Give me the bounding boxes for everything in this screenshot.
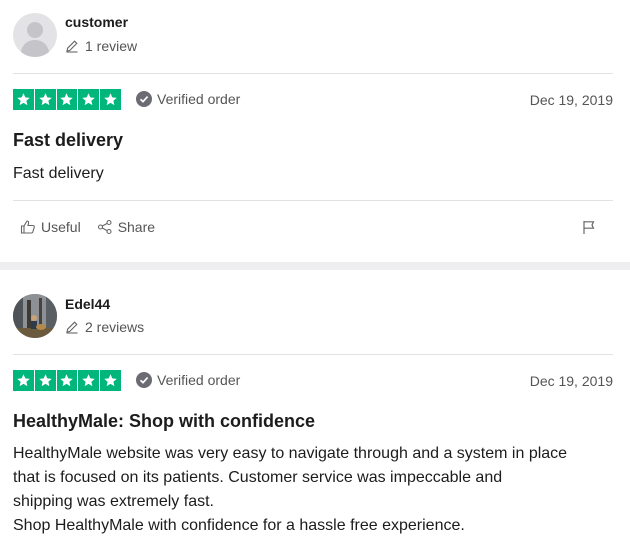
star-icon bbox=[34, 370, 56, 391]
star-rating bbox=[13, 89, 121, 110]
review-count-label: 1 review bbox=[85, 38, 138, 54]
pencil-icon bbox=[66, 321, 78, 334]
star-icon bbox=[100, 370, 121, 391]
share-icon bbox=[97, 219, 112, 235]
section-separator bbox=[0, 262, 630, 270]
avatar-photo-icon bbox=[13, 294, 57, 338]
check-circle-icon bbox=[136, 372, 152, 388]
flag-icon bbox=[583, 221, 595, 234]
reviewer-name[interactable]: Edel44 bbox=[65, 296, 110, 312]
review-body: HealthyMale website was very easy to nav… bbox=[13, 442, 617, 538]
review-body-line: that is focused on its patients. Custome… bbox=[13, 469, 503, 486]
review-body-line: HealthyMale website was very easy to nav… bbox=[13, 445, 568, 462]
pencil-icon bbox=[66, 40, 78, 53]
verified-badge[interactable]: Verified order bbox=[136, 372, 240, 388]
share-label: Share bbox=[117, 219, 156, 235]
check-circle-icon bbox=[136, 91, 152, 107]
divider bbox=[13, 354, 613, 355]
star-icon bbox=[78, 370, 100, 391]
verified-badge[interactable]: Verified order bbox=[136, 91, 240, 107]
report-flag-button[interactable] bbox=[582, 220, 596, 240]
star-icon bbox=[34, 89, 56, 110]
share-button[interactable]: Share bbox=[97, 219, 155, 235]
star-icon bbox=[56, 89, 78, 110]
divider bbox=[13, 200, 613, 201]
divider bbox=[13, 73, 613, 74]
verified-label: Verified order bbox=[157, 372, 241, 388]
review-body-line: shipping was extremely fast. bbox=[13, 493, 214, 510]
review-body-line: Shop HealthyMale with confidence for a h… bbox=[13, 517, 465, 534]
review-body: Fast delivery bbox=[13, 165, 104, 182]
star-icon bbox=[100, 89, 121, 110]
review-count: 2 reviews bbox=[65, 319, 144, 335]
star-icon bbox=[13, 89, 34, 110]
review-date: Dec 19, 2019 bbox=[529, 373, 613, 389]
star-icon bbox=[56, 370, 78, 391]
useful-button[interactable]: Useful bbox=[20, 219, 81, 235]
useful-label: Useful bbox=[41, 219, 81, 235]
review-count: 1 review bbox=[65, 38, 137, 54]
review-title[interactable]: Fast delivery bbox=[13, 130, 123, 151]
reviewer-name[interactable]: customer bbox=[65, 14, 128, 30]
star-icon bbox=[78, 89, 100, 110]
star-icon bbox=[13, 370, 34, 391]
avatar[interactable] bbox=[13, 294, 57, 338]
person-icon bbox=[20, 22, 50, 57]
thumbs-up-icon bbox=[20, 220, 35, 234]
review-actions: Useful Share bbox=[20, 219, 155, 235]
review-title[interactable]: HealthyMale: Shop with confidence bbox=[13, 411, 315, 432]
review-count-label: 2 reviews bbox=[85, 319, 145, 335]
star-rating bbox=[13, 370, 121, 391]
avatar[interactable] bbox=[13, 13, 57, 57]
review-card: Edel44 2 reviews Verified order Dec 19, … bbox=[0, 270, 630, 546]
review-card: customer 1 review Verified order Dec 19,… bbox=[0, 0, 630, 262]
verified-label: Verified order bbox=[157, 91, 241, 107]
review-date: Dec 19, 2019 bbox=[529, 92, 613, 108]
